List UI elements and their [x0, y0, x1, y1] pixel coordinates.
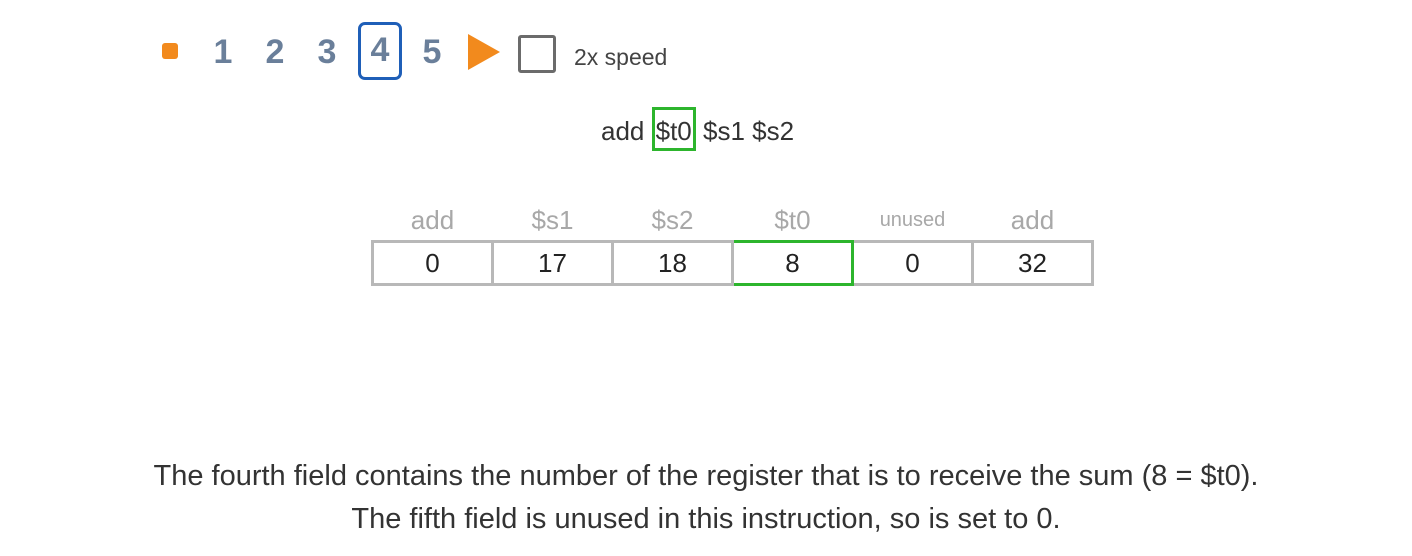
field-header-shamt: unused [879, 208, 946, 231]
field-value-row: 0 17 18 8 0 32 [371, 240, 1094, 286]
stop-button[interactable] [162, 43, 178, 59]
field-header-rs: $s1 [531, 204, 574, 235]
caption-line-2: The fifth field is unused in this instru… [351, 503, 1061, 535]
instruction-op: add [601, 116, 645, 146]
instruction-rt: $s2 [752, 116, 795, 146]
field-header-row: add $s1 $s2 $t0 unused add [373, 200, 1093, 242]
speed-checkbox[interactable] [518, 35, 556, 73]
field-header-rt: $s2 [651, 204, 694, 235]
instruction-rs: $s1 [703, 116, 745, 146]
field-value-op: 0 [371, 240, 494, 286]
step-1-button[interactable]: 1 [202, 24, 244, 80]
step-4-button[interactable]: 4 [358, 22, 402, 80]
speed-label: 2x speed [574, 44, 668, 70]
instruction-fields: add $s1 $s2 $t0 unused add 0 17 18 8 0 3… [371, 200, 1094, 286]
caption-line-1: The fourth field contains the number of … [153, 460, 1259, 492]
play-icon[interactable] [468, 34, 500, 70]
step-5-button[interactable]: 5 [411, 24, 453, 80]
field-value-funct: 32 [971, 240, 1094, 286]
field-header-op: add [410, 204, 455, 235]
caption: The fourth field contains the number of … [0, 455, 1412, 541]
field-header-rd: $t0 [774, 204, 811, 235]
instruction-text: add $t0 $s1 $s2 [601, 107, 795, 151]
field-value-rt: 18 [611, 240, 734, 286]
step-3-button[interactable]: 3 [306, 24, 348, 80]
field-value-shamt: 0 [851, 240, 974, 286]
field-value-rs: 17 [491, 240, 614, 286]
field-value-rd-highlighted: 8 [731, 240, 854, 286]
fields-table: add $s1 $s2 $t0 unused add 0 17 18 8 0 3… [371, 200, 1094, 286]
field-header-funct: add [1010, 204, 1055, 235]
playback-controls: 1 2 3 4 5 2x speed [0, 0, 700, 100]
step-2-button[interactable]: 2 [254, 24, 296, 80]
instruction-rd-highlighted: $t0 [651, 107, 696, 151]
